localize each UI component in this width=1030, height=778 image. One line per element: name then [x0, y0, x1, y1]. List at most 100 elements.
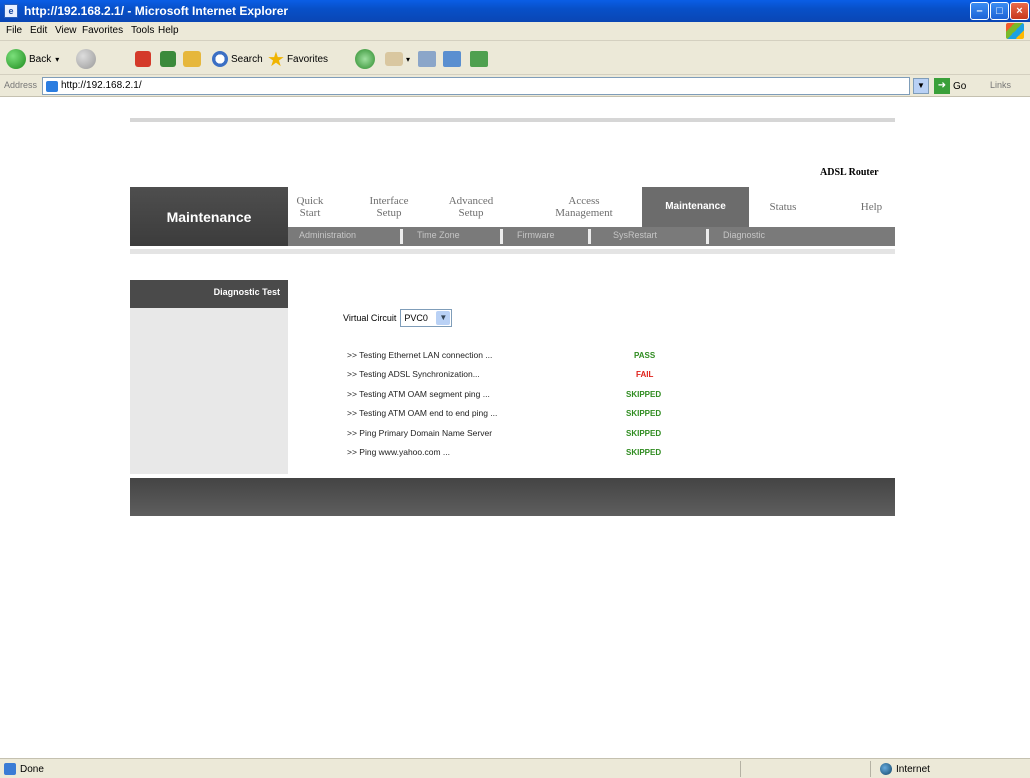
- security-zone[interactable]: Internet: [880, 763, 930, 775]
- menu-view[interactable]: View: [55, 25, 77, 36]
- tab-maintenance[interactable]: Maintenance: [642, 187, 749, 227]
- test-name: >> Testing Ethernet LAN connection ...: [347, 350, 493, 360]
- virtual-circuit-label: Virtual Circuit: [343, 313, 397, 323]
- edit-button[interactable]: [443, 48, 464, 70]
- browser-viewport: ADSL Router Maintenance Quick Start Inte…: [0, 97, 1030, 758]
- mail-dropdown-icon[interactable]: ▾: [406, 55, 410, 64]
- mail-icon: [385, 52, 403, 66]
- back-button[interactable]: Back ▾: [6, 48, 59, 70]
- search-label: Search: [231, 53, 263, 65]
- menu-file[interactable]: File: [6, 25, 22, 36]
- test-result-skipped: SKIPPED: [626, 390, 662, 399]
- test-name: >> Testing ATM OAM end to end ping ...: [347, 408, 498, 418]
- status-divider: [870, 761, 871, 777]
- subnav-separator: [588, 229, 591, 244]
- links-label[interactable]: Links: [990, 80, 1011, 90]
- subtab-time-zone[interactable]: Time Zone: [414, 230, 463, 243]
- test-result-pass: PASS: [634, 351, 656, 360]
- forward-arrow-icon: [76, 49, 96, 69]
- stop-button[interactable]: [135, 48, 154, 70]
- test-name: >> Testing ADSL Synchronization...: [347, 369, 480, 379]
- mail-button[interactable]: ▾: [385, 48, 410, 70]
- tab-access-management[interactable]: Access Management: [540, 187, 628, 227]
- test-name: >> Testing ATM OAM segment ping ...: [347, 389, 490, 399]
- test-name: >> Ping www.yahoo.com ...: [347, 447, 450, 457]
- ie-icon: e: [4, 4, 18, 18]
- print-button[interactable]: [418, 48, 439, 70]
- test-result-skipped: SKIPPED: [626, 448, 662, 457]
- globe-icon: [880, 763, 892, 775]
- test-name: >> Ping Primary Domain Name Server: [347, 428, 493, 438]
- home-icon: [183, 51, 201, 67]
- back-dropdown-icon[interactable]: ▾: [55, 55, 59, 64]
- refresh-button[interactable]: [160, 48, 179, 70]
- window-title: http://192.168.2.1/ - Microsoft Internet…: [24, 4, 289, 18]
- messenger-button[interactable]: [470, 48, 491, 70]
- go-label: Go: [953, 80, 967, 92]
- subtab-sysrestart[interactable]: SysRestart: [610, 230, 660, 243]
- status-done: Done: [4, 763, 44, 775]
- zone-label: Internet: [896, 763, 930, 775]
- page-icon: [46, 81, 58, 92]
- side-panel: [130, 308, 288, 474]
- tab-advanced-setup[interactable]: Advanced Setup: [444, 187, 498, 227]
- search-icon: [212, 51, 228, 67]
- history-button[interactable]: [355, 48, 378, 70]
- test-result-skipped: SKIPPED: [626, 429, 662, 438]
- back-label: Back: [29, 53, 52, 65]
- status-bar: Done Internet: [0, 758, 1030, 778]
- subnav-separator: [400, 229, 403, 244]
- tab-help[interactable]: Help: [848, 187, 895, 227]
- menu-help[interactable]: Help: [158, 25, 179, 36]
- subtab-administration[interactable]: Administration: [296, 230, 359, 243]
- menu-bar: File Edit View Favorites Tools Help: [0, 22, 1030, 41]
- menu-tools[interactable]: Tools: [131, 25, 154, 36]
- star-icon: ★: [267, 48, 285, 71]
- page-done-icon: [4, 763, 16, 775]
- router-brand: ADSL Router: [820, 167, 879, 178]
- top-divider: [130, 118, 895, 122]
- stop-icon: [135, 51, 151, 67]
- favorites-button[interactable]: ★ Favorites: [267, 48, 328, 71]
- virtual-circuit-row: Virtual Circuit PVC0 ▼: [343, 309, 453, 327]
- menu-edit[interactable]: Edit: [30, 25, 47, 36]
- address-url: http://192.168.2.1/: [61, 80, 142, 91]
- virtual-circuit-select[interactable]: PVC0 ▼: [400, 309, 453, 327]
- window-titlebar: e http://192.168.2.1/ - Microsoft Intern…: [0, 0, 1030, 22]
- address-input[interactable]: http://192.168.2.1/: [42, 77, 910, 95]
- side-title: Diagnostic Test: [130, 280, 288, 308]
- browser-toolbar: Back ▾ Search ★ Favorites ▾: [0, 41, 1030, 75]
- subtab-firmware[interactable]: Firmware: [514, 230, 558, 243]
- chevron-down-icon[interactable]: ▼: [436, 311, 451, 325]
- test-result-fail: FAIL: [636, 370, 654, 379]
- minimize-button[interactable]: –: [970, 2, 989, 20]
- history-icon: [355, 49, 375, 69]
- address-label: Address: [4, 80, 38, 90]
- status-divider: [740, 761, 741, 777]
- test-result-skipped: SKIPPED: [626, 409, 662, 418]
- menu-favorites[interactable]: Favorites: [82, 25, 123, 36]
- maximize-button[interactable]: □: [990, 2, 1009, 20]
- subnav-separator: [500, 229, 503, 244]
- tab-quick-start[interactable]: Quick Start: [288, 187, 332, 227]
- close-button[interactable]: ×: [1010, 2, 1029, 20]
- home-button[interactable]: [183, 48, 204, 70]
- main-nav: Quick Start Interface Setup Advanced Set…: [288, 187, 895, 227]
- sub-nav: Administration Time Zone Firmware SysRes…: [288, 227, 895, 246]
- search-button[interactable]: Search: [212, 48, 263, 70]
- address-dropdown-icon[interactable]: ▼: [913, 78, 929, 94]
- section-title: Maintenance: [130, 187, 288, 246]
- refresh-icon: [160, 51, 176, 67]
- back-arrow-icon: [6, 49, 26, 69]
- tab-interface-setup[interactable]: Interface Setup: [364, 187, 414, 227]
- address-bar: Address http://192.168.2.1/ ▼ ➜ Go Links: [0, 75, 1030, 97]
- header-shadow: [130, 249, 895, 254]
- tab-status[interactable]: Status: [751, 187, 815, 227]
- windows-logo-icon: [1006, 23, 1024, 39]
- subnav-separator: [706, 229, 709, 244]
- print-icon: [418, 51, 436, 67]
- go-button[interactable]: ➜ Go: [934, 78, 966, 94]
- virtual-circuit-value: PVC0: [404, 313, 428, 323]
- forward-button[interactable]: [76, 48, 99, 70]
- subtab-diagnostic[interactable]: Diagnostic: [720, 230, 768, 243]
